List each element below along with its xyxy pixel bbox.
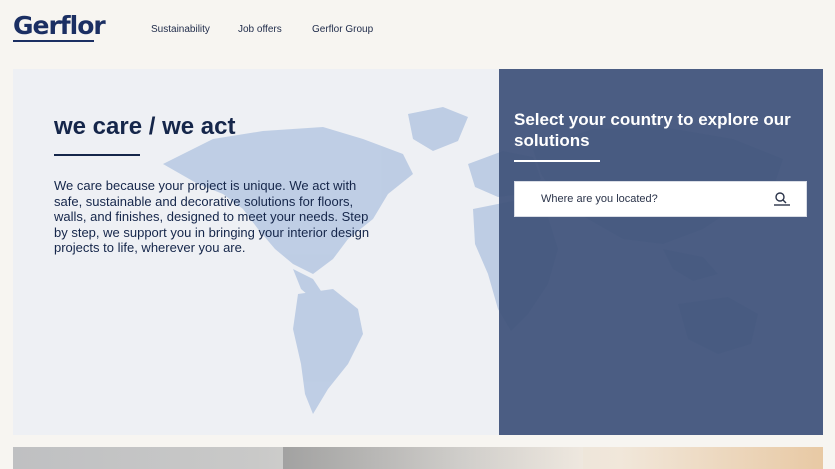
gerflor-logo[interactable]: Gerflor [13, 12, 106, 40]
hero-title: we care / we act [54, 113, 236, 140]
nav-job-offers[interactable]: Job offers [238, 24, 282, 35]
country-search-input[interactable] [541, 182, 761, 216]
hero-section: we care / we act We care because your pr… [13, 69, 823, 435]
search-icon[interactable] [773, 192, 791, 206]
country-search-box[interactable] [514, 181, 807, 217]
nav-gerflor-group[interactable]: Gerflor Group [312, 24, 373, 35]
country-selector-panel: Select your country to explore our solut… [499, 69, 823, 435]
interior-photo-banner [13, 447, 823, 469]
panel-divider [514, 160, 600, 162]
logo-underline [13, 40, 94, 42]
hero-description: We care because your project is unique. … [54, 178, 370, 255]
nav-sustainability[interactable]: Sustainability [151, 24, 210, 35]
photo-detail [283, 447, 583, 469]
header: Gerflor Sustainability Job offers Gerflo… [0, 0, 835, 58]
title-divider [54, 154, 140, 156]
country-selector-title: Select your country to explore our solut… [514, 110, 791, 150]
